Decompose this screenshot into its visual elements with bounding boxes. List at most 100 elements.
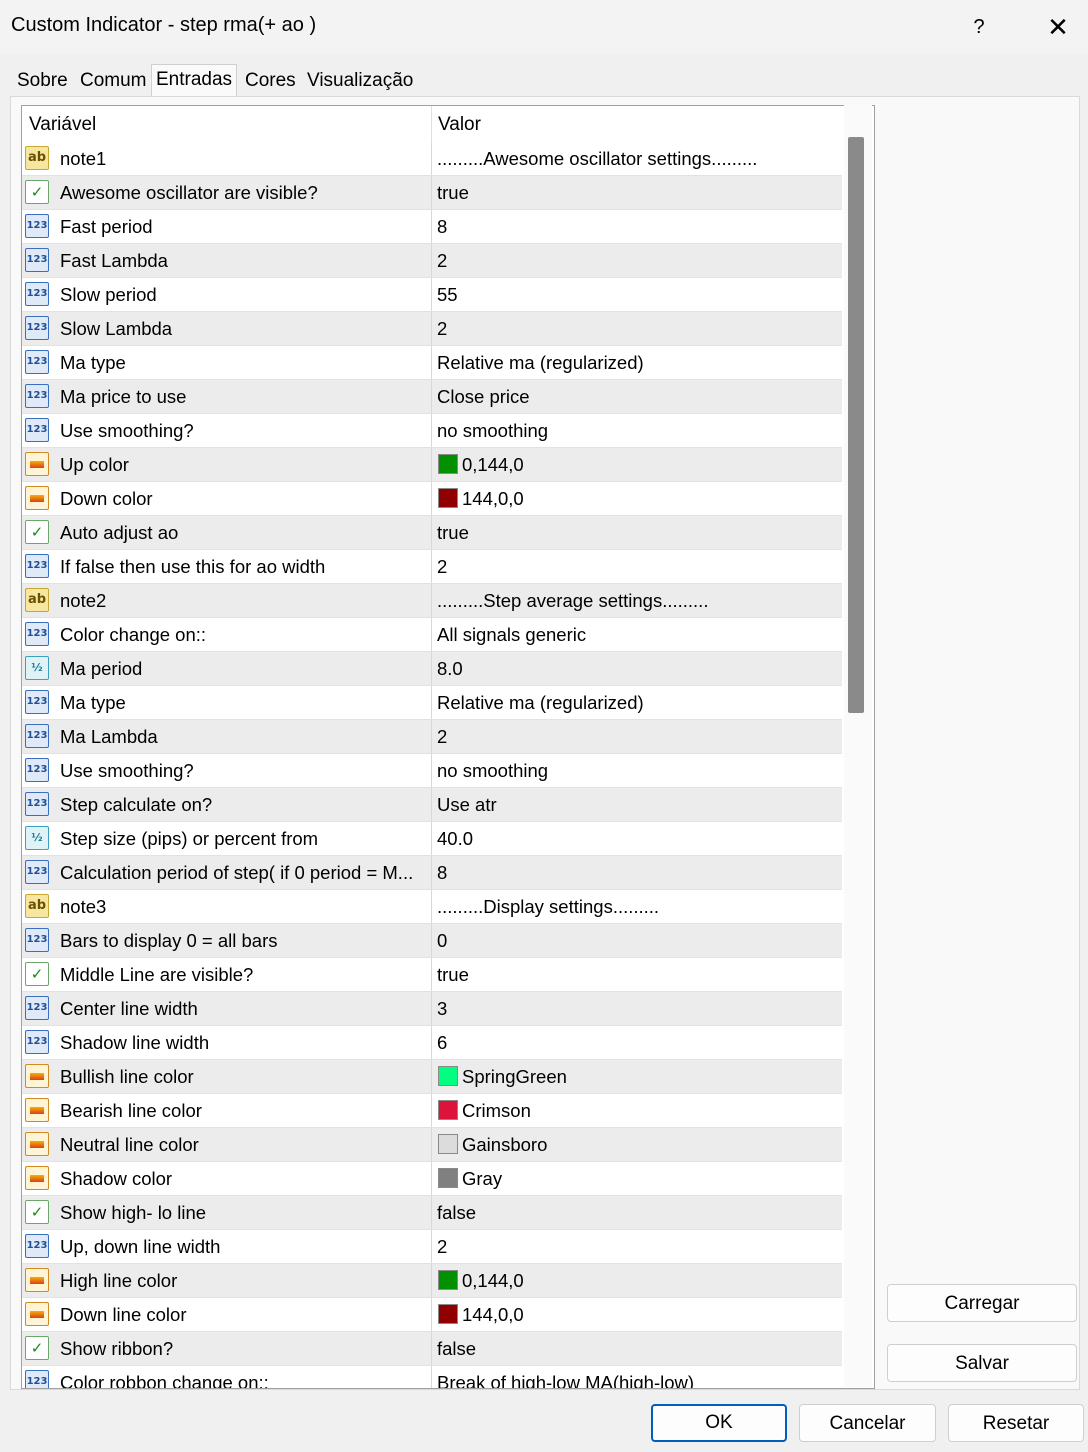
tab-cores[interactable]: Cores [241, 68, 300, 94]
tab-sobre[interactable]: Sobre [13, 68, 72, 94]
value-cell[interactable]: 0 [436, 924, 842, 957]
variable-name: Use smoothing? [60, 420, 194, 441]
value-cell[interactable]: 144,0,0 [436, 482, 842, 515]
input-row[interactable]: 123 Slow period 55 [22, 278, 842, 312]
tab-entradas[interactable]: Entradas [151, 64, 238, 97]
value-cell[interactable]: 2 [436, 244, 842, 277]
input-row[interactable]: ✓ Awesome oscillator are visible? true [22, 176, 842, 210]
variable-cell: Up color [22, 448, 432, 481]
input-row[interactable]: 123 Use smoothing? no smoothing [22, 754, 842, 788]
tab-visualizacao[interactable]: Visualização [303, 68, 417, 94]
value-cell[interactable]: .........Step average settings......... [436, 584, 842, 617]
variable-value: 2 [437, 1236, 448, 1257]
value-cell[interactable]: true [436, 516, 842, 549]
value-cell[interactable]: true [436, 958, 842, 991]
value-cell[interactable]: 2 [436, 550, 842, 583]
value-cell[interactable]: 55 [436, 278, 842, 311]
value-cell[interactable]: 0,144,0 [436, 448, 842, 481]
input-row[interactable]: ✓ Middle Line are visible? true [22, 958, 842, 992]
input-row[interactable]: ½ Step size (pips) or percent from 40.0 [22, 822, 842, 856]
input-row[interactable]: 123 Color robbon change on:: Break of high… [22, 1366, 842, 1388]
value-cell[interactable]: Gainsboro [436, 1128, 842, 1161]
input-row[interactable]: 123 Up, down line width 2 [22, 1230, 842, 1264]
input-row[interactable]: 123 Fast period 8 [22, 210, 842, 244]
value-cell[interactable]: Close price [436, 380, 842, 413]
input-row[interactable]: 123 Fast Lambda 2 [22, 244, 842, 278]
input-row[interactable]: 123 Shadow line width 6 [22, 1026, 842, 1060]
value-cell[interactable]: SpringGreen [436, 1060, 842, 1093]
help-button[interactable]: ? [966, 12, 992, 42]
input-row[interactable]: 123 If false then use this for ao width 2 [22, 550, 842, 584]
input-row[interactable]: Down line color 144,0,0 [22, 1298, 842, 1332]
value-cell[interactable]: .........Display settings......... [436, 890, 842, 923]
input-row[interactable]: ab note2 .........Step average settings...… [22, 584, 842, 618]
header-value[interactable]: Valor [438, 114, 481, 136]
input-row[interactable]: Up color 0,144,0 [22, 448, 842, 482]
value-cell[interactable]: 2 [436, 720, 842, 753]
value-cell[interactable]: All signals generic [436, 618, 842, 651]
value-cell[interactable]: 2 [436, 312, 842, 345]
input-row[interactable]: Bullish line color SpringGreen [22, 1060, 842, 1094]
save-button[interactable]: Salvar [887, 1344, 1077, 1382]
input-row[interactable]: Bearish line color Crimson [22, 1094, 842, 1128]
vertical-scrollbar[interactable] [844, 105, 872, 1387]
input-row[interactable]: High line color 0,144,0 [22, 1264, 842, 1298]
value-cell[interactable]: 40.0 [436, 822, 842, 855]
value-cell[interactable]: no smoothing [436, 754, 842, 787]
input-row[interactable]: 123 Color change on:: All signals generic [22, 618, 842, 652]
value-cell[interactable]: false [436, 1196, 842, 1229]
value-cell[interactable]: 3 [436, 992, 842, 1025]
close-button[interactable]: ✕ [1040, 10, 1076, 44]
input-row[interactable]: ✓ Show ribbon? false [22, 1332, 842, 1366]
column-divider[interactable] [431, 106, 432, 142]
input-row[interactable]: 123 Use smoothing? no smoothing [22, 414, 842, 448]
value-cell[interactable]: Gray [436, 1162, 842, 1195]
value-cell[interactable]: Break of high-low MA(high-low) [436, 1366, 842, 1388]
input-row[interactable]: ½ Ma period 8.0 [22, 652, 842, 686]
input-row[interactable]: 123 Slow Lambda 2 [22, 312, 842, 346]
variable-cell: 123 If false then use this for ao width [22, 550, 432, 583]
cancel-button[interactable]: Cancelar [799, 1404, 936, 1442]
value-cell[interactable]: 144,0,0 [436, 1298, 842, 1331]
input-row[interactable]: 123 Ma type Relative ma (regularized) [22, 686, 842, 720]
value-cell[interactable]: .........Awesome oscillator settings....… [436, 142, 842, 175]
value-cell[interactable]: 2 [436, 1230, 842, 1263]
header-variable[interactable]: Variável [29, 114, 96, 136]
input-row[interactable]: 123 Ma price to use Close price [22, 380, 842, 414]
input-row[interactable]: 123 Ma type Relative ma (regularized) [22, 346, 842, 380]
tab-comum[interactable]: Comum [76, 68, 151, 94]
reset-button[interactable]: Resetar [948, 1404, 1084, 1442]
input-row[interactable]: 123 Calculation period of step( if 0 peri… [22, 856, 842, 890]
value-cell[interactable]: true [436, 176, 842, 209]
input-row[interactable]: 123 Step calculate on? Use atr [22, 788, 842, 822]
value-cell[interactable]: no smoothing [436, 414, 842, 447]
input-row[interactable]: 123 Center line width 3 [22, 992, 842, 1026]
input-row[interactable]: 123 Bars to display 0 = all bars 0 [22, 924, 842, 958]
input-row[interactable]: ab note3 .........Display settings........… [22, 890, 842, 924]
value-cell[interactable]: Relative ma (regularized) [436, 686, 842, 719]
input-row[interactable]: Shadow color Gray [22, 1162, 842, 1196]
variable-name: Down line color [60, 1304, 187, 1325]
input-row[interactable]: ✓ Auto adjust ao true [22, 516, 842, 550]
input-row[interactable]: Neutral line color Gainsboro [22, 1128, 842, 1162]
variable-name: Bars to display 0 = all bars [60, 930, 278, 951]
load-button[interactable]: Carregar [887, 1284, 1077, 1322]
value-cell[interactable]: 8 [436, 210, 842, 243]
value-cell[interactable]: 0,144,0 [436, 1264, 842, 1297]
input-row[interactable]: ab note1 .........Awesome oscillator setti… [22, 142, 842, 176]
value-cell[interactable]: 8 [436, 856, 842, 889]
scrollbar-thumb[interactable] [848, 137, 864, 713]
variable-name: Up color [60, 454, 129, 475]
color-swatch [438, 1168, 458, 1188]
input-row[interactable]: ✓ Show high- lo line false [22, 1196, 842, 1230]
value-cell[interactable]: Use atr [436, 788, 842, 821]
input-row[interactable]: 123 Ma Lambda 2 [22, 720, 842, 754]
input-row[interactable]: Down color 144,0,0 [22, 482, 842, 516]
value-cell[interactable]: 6 [436, 1026, 842, 1059]
value-cell[interactable]: Crimson [436, 1094, 842, 1127]
value-cell[interactable]: 8.0 [436, 652, 842, 685]
value-cell[interactable]: false [436, 1332, 842, 1365]
ok-button[interactable]: OK [651, 1404, 787, 1442]
value-cell[interactable]: Relative ma (regularized) [436, 346, 842, 379]
variable-name: Use smoothing? [60, 760, 194, 781]
